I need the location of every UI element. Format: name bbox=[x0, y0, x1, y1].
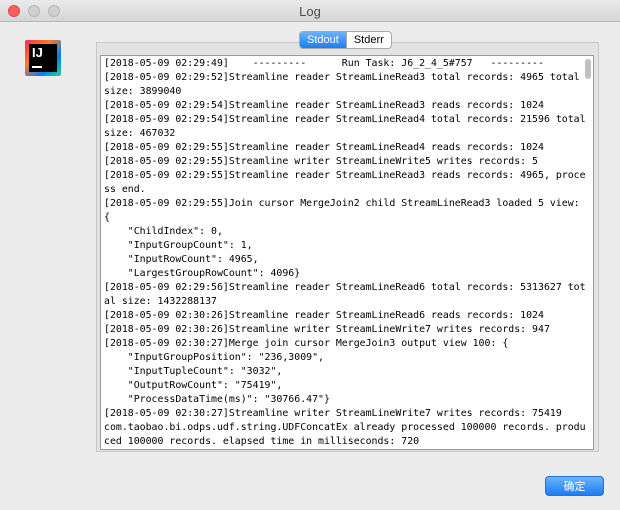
output-tabs: Stdout Stderr bbox=[299, 31, 392, 49]
window-title: Log bbox=[299, 4, 321, 19]
intellij-logo-icon: IJ bbox=[25, 40, 61, 76]
log-text: [2018-05-09 02:29:49] --------- Run Task… bbox=[104, 58, 586, 447]
tab-stdout[interactable]: Stdout bbox=[300, 32, 346, 48]
scrollbar-thumb[interactable] bbox=[585, 59, 591, 79]
title-bar: Log bbox=[0, 0, 620, 22]
tab-stderr[interactable]: Stderr bbox=[345, 32, 391, 48]
ok-button[interactable]: 确定 bbox=[545, 476, 604, 496]
vertical-scrollbar[interactable] bbox=[584, 57, 592, 448]
log-output-area[interactable]: [2018-05-09 02:29:49] --------- Run Task… bbox=[100, 55, 594, 450]
logo-letters: IJ bbox=[32, 45, 43, 60]
